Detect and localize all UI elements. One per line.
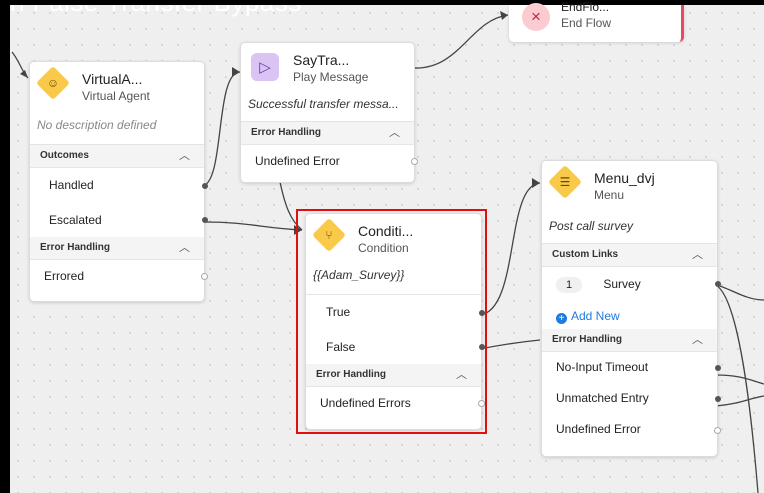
play-icon: ▷ (251, 53, 279, 81)
section-label: Error Handling (40, 242, 111, 253)
add-new-button[interactable]: + Add New (556, 301, 620, 331)
node-subtitle: Virtual Agent (82, 89, 150, 103)
say-transfer-node[interactable]: ▷ SayTra... Play Message Successful tran… (240, 42, 418, 183)
error-undefined: Undefined Error (241, 145, 418, 177)
end-flow-title: EndFlo... (561, 0, 610, 14)
custom-links-section[interactable]: Custom Links ︿ (542, 244, 717, 267)
link-label: Survey (603, 277, 641, 291)
chevron-up-icon[interactable]: ︿ (389, 122, 400, 144)
section-label: Error Handling (552, 334, 623, 345)
selection-highlight (296, 209, 487, 434)
node-subtitle: Play Message (293, 70, 369, 84)
output-port[interactable] (715, 364, 721, 371)
output-port[interactable] (201, 273, 208, 280)
section-label: Outcomes (40, 150, 89, 161)
node-title: VirtualA... (82, 71, 143, 87)
section-label: Error Handling (251, 127, 322, 138)
output-port[interactable] (715, 395, 721, 402)
link-number-badge: 1 (556, 277, 582, 293)
close-icon: × (522, 3, 550, 31)
output-port[interactable] (202, 182, 208, 189)
output-port[interactable] (714, 426, 721, 434)
add-new-link-row: + Add New (542, 301, 717, 329)
chevron-up-icon[interactable]: ︿ (692, 244, 703, 266)
chevron-up-icon[interactable]: ︿ (179, 237, 190, 259)
outcome-handled: Handled (30, 168, 208, 203)
end-flow-subtitle: End Flow (561, 16, 612, 30)
custom-link-survey[interactable]: 1 Survey (542, 267, 721, 301)
node-description: Post call survey (542, 209, 717, 244)
virtual-agent-node[interactable]: ☺ VirtualA... Virtual Agent No descripti… (29, 61, 208, 302)
chevron-up-icon[interactable]: ︿ (179, 145, 190, 167)
error-handling-section[interactable]: Error Handling ︿ (30, 237, 204, 260)
node-subtitle: Menu (594, 188, 625, 202)
section-label: Custom Links (552, 249, 619, 260)
error-errored: Errored (30, 260, 208, 292)
output-port[interactable] (715, 281, 721, 287)
outcomes-section[interactable]: Outcomes ︿ (30, 145, 204, 168)
error-undefined-error: Undefined Error (542, 414, 721, 445)
node-description: No description defined (30, 110, 204, 145)
chevron-up-icon[interactable]: ︿ (692, 329, 703, 351)
error-handling-section[interactable]: Error Handling ︿ (241, 122, 414, 145)
node-title: SayTra... (293, 52, 350, 68)
node-title: Menu_dvj (594, 170, 655, 186)
outcome-escalated: Escalated (30, 203, 208, 237)
error-unmatched-entry: Unmatched Entry (542, 383, 721, 414)
end-flow-node[interactable]: × EndFlo... End Flow (509, 0, 684, 42)
plus-icon: + (556, 313, 567, 324)
error-no-input-timeout: No-Input Timeout (542, 352, 721, 383)
overlay-caption: n False Transfer Bypass (10, 5, 302, 18)
node-description: Successful transfer messa... (241, 91, 414, 122)
menu-node[interactable]: ☰ Menu_dvj Menu Post call survey Custom … (541, 160, 721, 457)
error-handling-section[interactable]: Error Handling ︿ (542, 329, 717, 352)
menu-list-icon: ☰ (559, 175, 571, 189)
robot-icon: ☺ (46, 76, 60, 90)
output-port[interactable] (411, 158, 418, 165)
output-port[interactable] (202, 217, 208, 223)
